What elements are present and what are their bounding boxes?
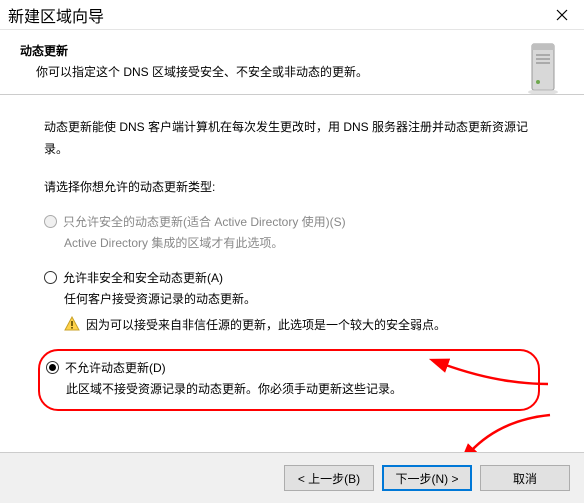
option-no-dynamic-label: 不允许动态更新(D) bbox=[65, 359, 166, 376]
server-icon bbox=[522, 40, 564, 98]
close-button[interactable] bbox=[539, 0, 584, 30]
annotation-arrow-option bbox=[438, 354, 558, 399]
titlebar: 新建区域向导 bbox=[0, 0, 584, 30]
prompt-text: 请选择你想允许的动态更新类型: bbox=[44, 178, 540, 195]
wizard-footer: < 上一步(B) 下一步(N) > 取消 bbox=[0, 452, 584, 503]
option-secure-only: 只允许安全的动态更新(适合 Active Directory 使用)(S) Ac… bbox=[44, 213, 540, 253]
radio-secure-only bbox=[44, 215, 57, 228]
header-subtitle: 你可以指定这个 DNS 区域接受安全、不安全或非动态的更新。 bbox=[20, 63, 564, 80]
option-nonsecure-secure[interactable]: 允许非安全和安全动态更新(A) 任何客户接受资源记录的动态更新。 因为可以接受来… bbox=[44, 269, 540, 332]
option-secure-only-sub: Active Directory 集成的区域才有此选项。 bbox=[44, 234, 540, 253]
header-title: 动态更新 bbox=[20, 42, 564, 59]
radio-no-dynamic[interactable] bbox=[46, 361, 59, 374]
description-text: 动态更新能使 DNS 客户端计算机在每次发生更改时，用 DNS 服务器注册并动态… bbox=[44, 117, 540, 160]
warning-icon bbox=[64, 316, 80, 332]
back-button[interactable]: < 上一步(B) bbox=[284, 465, 374, 491]
option-nonsecure-label: 允许非安全和安全动态更新(A) bbox=[63, 269, 223, 286]
option-nonsecure-sub: 任何客户接受资源记录的动态更新。 bbox=[44, 290, 540, 309]
cancel-button[interactable]: 取消 bbox=[480, 465, 570, 491]
radio-nonsecure-secure[interactable] bbox=[44, 271, 57, 284]
wizard-header: 动态更新 你可以指定这个 DNS 区域接受安全、不安全或非动态的更新。 bbox=[0, 30, 584, 95]
close-icon bbox=[556, 9, 568, 21]
option-nonsecure-warning: 因为可以接受来自非信任源的更新，此选项是一个较大的安全弱点。 bbox=[86, 316, 446, 333]
option-secure-only-label: 只允许安全的动态更新(适合 Active Directory 使用)(S) bbox=[63, 213, 346, 230]
next-button[interactable]: 下一步(N) > bbox=[382, 465, 472, 491]
window-title: 新建区域向导 bbox=[8, 3, 104, 27]
